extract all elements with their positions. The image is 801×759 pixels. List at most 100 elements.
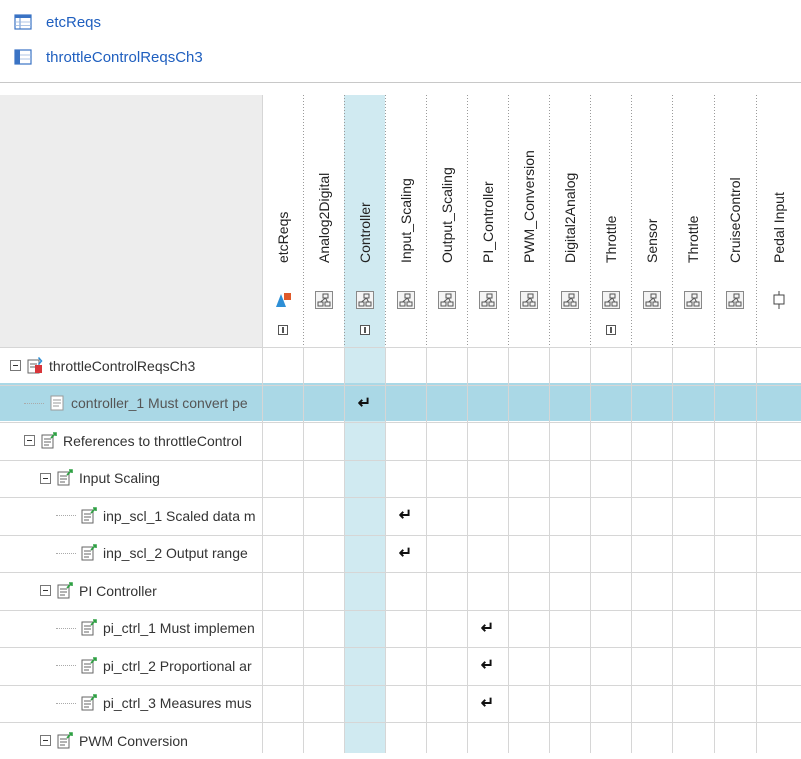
traceability-matrix: etcReqs Analog2Digital Controller Input_Sca… xyxy=(0,95,801,753)
column-label: Pedal Input xyxy=(770,192,787,263)
column-label: Throttle xyxy=(602,215,619,263)
subsystem-icon xyxy=(396,291,415,309)
row-label: Input Scaling xyxy=(79,470,160,486)
column-header[interactable]: CruiseControl xyxy=(714,95,756,347)
link-label[interactable]: throttleControlReqsCh3 xyxy=(46,49,203,66)
row-label: controller_1 Must convert pe xyxy=(71,395,248,411)
expand-toggle[interactable] xyxy=(40,472,51,484)
link-icon xyxy=(80,619,98,637)
table-row[interactable]: inp_scl_2 Output range xyxy=(0,535,318,572)
column-label: Analog2Digital xyxy=(315,172,332,263)
link-icon xyxy=(40,431,58,450)
table-row[interactable]: PWM Conversion xyxy=(0,722,302,759)
subsystem-icon xyxy=(642,291,661,309)
link-icon xyxy=(80,506,98,525)
subsystem-icon xyxy=(726,291,744,309)
column-expand-toggle[interactable] xyxy=(277,325,288,335)
tree-connector xyxy=(56,665,76,666)
link-indicator-icon[interactable]: ↵ xyxy=(478,618,498,638)
column-label: PI_Controller xyxy=(479,181,496,263)
row-label: pi_ctrl_3 Measures mus xyxy=(103,695,252,711)
column-label: CruiseControl xyxy=(727,177,743,263)
link-icon xyxy=(56,581,74,600)
column-header[interactable]: Controller xyxy=(344,95,385,347)
subsystem-icon xyxy=(355,291,374,309)
tree-connector xyxy=(56,702,76,704)
tree-connector xyxy=(56,627,76,629)
column-header[interactable]: Digital2Analog xyxy=(549,95,590,347)
req-set-icon xyxy=(14,14,32,30)
table-row[interactable]: pi_ctrl_3 Measures mus xyxy=(0,685,318,722)
row-label: throttleControlReqsCh3 xyxy=(49,357,196,374)
link-indicator-icon[interactable]: ↵ xyxy=(355,393,375,413)
table-row[interactable]: pi_ctrl_1 Must implemen xyxy=(0,610,318,647)
column-label: Controller xyxy=(356,202,373,263)
link-icon xyxy=(80,694,98,712)
link-icon xyxy=(80,544,98,562)
expand-toggle[interactable] xyxy=(40,585,51,596)
expand-toggle[interactable] xyxy=(24,435,35,446)
subsystem-icon xyxy=(560,291,579,309)
column-label: PWM_Conversion xyxy=(520,150,537,263)
link-set-icon xyxy=(26,356,44,375)
divider xyxy=(0,82,801,83)
table-row[interactable]: inp_scl_1 Scaled data m xyxy=(0,497,318,534)
expand-toggle[interactable] xyxy=(40,735,51,746)
column-expand-toggle[interactable] xyxy=(359,325,370,335)
link-indicator-icon[interactable]: ↵ xyxy=(396,505,416,525)
link-label[interactable]: etcReqs xyxy=(46,14,101,31)
etcreqs-link[interactable]: etcReqs xyxy=(14,9,101,35)
column-header[interactable]: etcReqs xyxy=(262,95,303,347)
link-indicator-icon[interactable]: ↵ xyxy=(478,693,498,713)
subsystem-icon xyxy=(478,291,497,309)
link-indicator-icon[interactable]: ↵ xyxy=(396,543,416,563)
column-header[interactable]: Input_Scaling xyxy=(385,95,426,347)
column-header[interactable]: Pedal Input xyxy=(756,95,801,347)
subsystem-icon xyxy=(437,291,456,309)
row-label: PI Controller xyxy=(79,582,157,599)
column-label: Throttle xyxy=(685,215,701,263)
column-header[interactable]: PWM_Conversion xyxy=(508,95,549,347)
tree-connector xyxy=(56,515,76,516)
link-indicator-icon[interactable]: ↵ xyxy=(478,655,498,675)
link-icon xyxy=(56,731,74,750)
table-row[interactable]: throttleControlReqsCh3 xyxy=(0,347,272,384)
expand-toggle[interactable] xyxy=(10,360,21,371)
column-header[interactable]: PI_Controller xyxy=(467,95,508,347)
column-header[interactable]: Analog2Digital xyxy=(303,95,344,347)
row-label: inp_scl_1 Scaled data m xyxy=(103,507,256,524)
table-row-selected[interactable]: controller_1 Must convert pe xyxy=(0,385,286,422)
table-row[interactable]: References to throttleControl xyxy=(0,422,286,459)
link-set-icon xyxy=(14,49,32,65)
row-label: pi_ctrl_2 Proportional ar xyxy=(103,657,252,674)
tree-connector xyxy=(56,552,76,554)
column-expand-toggle[interactable] xyxy=(605,325,616,335)
column-header[interactable]: Output_Scaling xyxy=(426,95,467,347)
row-label: inp_scl_2 Output range xyxy=(103,545,248,561)
table-row[interactable]: Input Scaling xyxy=(0,460,302,497)
subsystem-icon xyxy=(314,291,333,309)
subsystem-icon xyxy=(601,291,620,309)
top-links: etcReqs throttleControlReqsCh3 xyxy=(0,0,801,82)
subsystem-icon xyxy=(684,291,702,309)
column-label: Digital2Analog xyxy=(561,172,578,263)
column-label: etcReqs xyxy=(274,211,291,263)
row-label: References to throttleControl xyxy=(63,432,242,449)
column-header[interactable]: Throttle xyxy=(672,95,714,347)
link-icon xyxy=(56,469,74,487)
link-icon xyxy=(80,656,98,675)
row-label: PWM Conversion xyxy=(79,732,188,749)
table-row[interactable]: pi_ctrl_2 Proportional ar xyxy=(0,647,318,684)
inport-icon xyxy=(770,291,788,309)
tree-connector xyxy=(24,402,44,404)
column-header[interactable]: Throttle xyxy=(590,95,631,347)
column-label: Input_Scaling xyxy=(397,178,414,263)
throttle-reqs-link[interactable]: throttleControlReqsCh3 xyxy=(14,44,203,70)
column-label: Output_Scaling xyxy=(438,167,455,263)
subsystem-icon xyxy=(519,291,538,309)
column-header[interactable]: Sensor xyxy=(631,95,672,347)
req-set-icon xyxy=(274,291,292,309)
table-row[interactable]: PI Controller xyxy=(0,572,302,609)
requirement-icon xyxy=(48,394,66,412)
row-label: pi_ctrl_1 Must implemen xyxy=(103,620,255,636)
